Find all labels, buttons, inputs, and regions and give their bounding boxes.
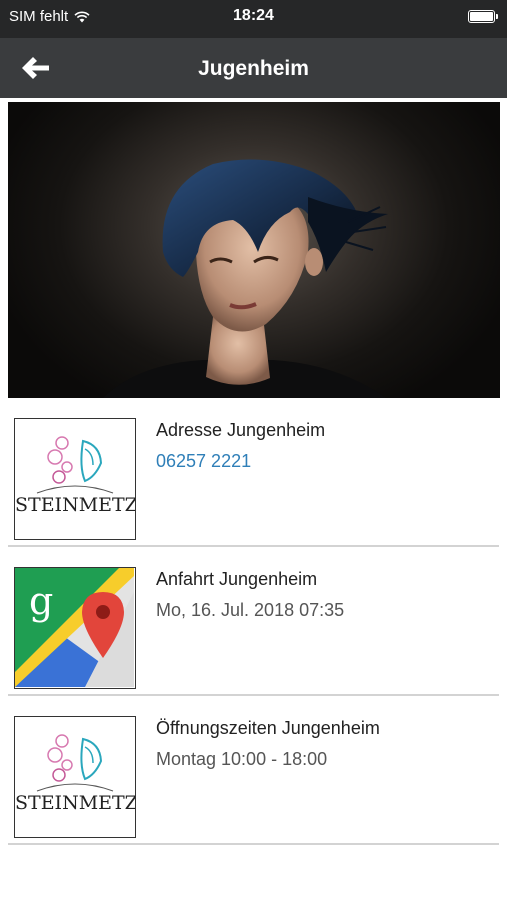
- hero-photo: [8, 102, 500, 398]
- steinmetz-logo-text: STEINMETZ: [15, 792, 136, 814]
- list-item-directions[interactable]: g Anfahrt Jungenheim Mo, 16. Jul. 2018 0…: [0, 547, 507, 696]
- battery-icon: [468, 10, 498, 23]
- item-title: Anfahrt Jungenheim: [156, 569, 318, 589]
- item-title: Adresse Jungenheim: [156, 420, 326, 440]
- steinmetz-logo: STEINMETZ: [14, 418, 136, 540]
- info-list: STEINMETZ Adresse Jungenheim 06257 2221 …: [0, 398, 507, 845]
- item-subtitle: Mo, 16. Jul. 2018 07:35: [156, 600, 345, 620]
- nav-bar: Jugenheim: [0, 38, 507, 98]
- page-title: Jugenheim: [198, 57, 309, 80]
- item-subtitle: Montag 10:00 - 18:00: [156, 749, 328, 769]
- hero-portrait-illustration: [103, 159, 388, 398]
- steinmetz-logo: STEINMETZ: [14, 716, 136, 838]
- google-maps-graphic: g: [15, 568, 134, 687]
- google-maps-icon: g: [14, 567, 136, 689]
- steinmetz-logo-graphic: [36, 734, 114, 792]
- list-item-address[interactable]: STEINMETZ Adresse Jungenheim 06257 2221: [0, 398, 507, 547]
- status-bar: SIM fehlt 18:24: [0, 0, 507, 38]
- steinmetz-logo-text: STEINMETZ: [15, 494, 136, 516]
- svg-text:g: g: [29, 579, 53, 623]
- item-title: Öffnungszeiten Jungenheim: [156, 718, 380, 738]
- list-item-opening-hours[interactable]: STEINMETZ Öffnungszeiten Jungenheim Mont…: [0, 696, 507, 845]
- phone-link[interactable]: 06257 2221: [156, 451, 251, 472]
- divider: [8, 843, 499, 845]
- steinmetz-logo-graphic: [36, 436, 114, 494]
- status-time: 18:24: [233, 7, 274, 24]
